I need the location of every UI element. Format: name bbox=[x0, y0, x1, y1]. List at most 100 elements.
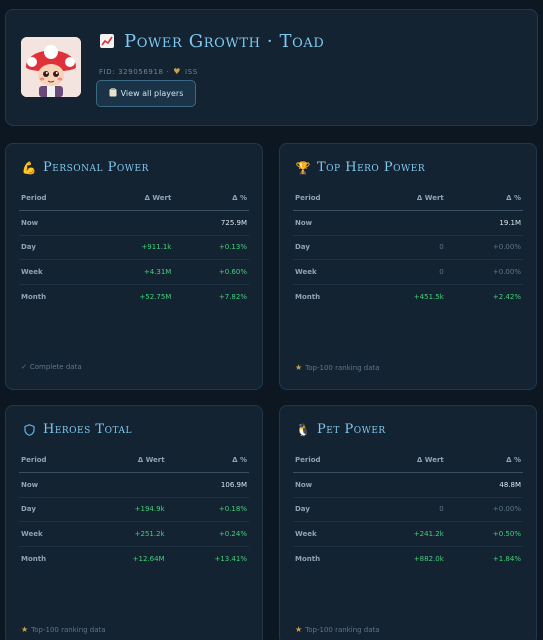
period-cell: Day bbox=[293, 235, 365, 260]
table-row: Week 0 +0.00% bbox=[293, 259, 523, 285]
wert-cell: +52.75M bbox=[139, 292, 172, 301]
pct-cell: +0.00% bbox=[445, 497, 523, 522]
pct-cell: +0.24% bbox=[166, 521, 249, 547]
wert-header: Δ Wert bbox=[364, 448, 446, 473]
period-cell: Month bbox=[21, 554, 47, 563]
pct-cell: +13.41% bbox=[214, 554, 247, 563]
wert-cell: 0 bbox=[364, 235, 446, 260]
checkmark-icon: ✓ bbox=[21, 363, 27, 371]
table-row: Day +911.1k +0.13% bbox=[19, 235, 249, 260]
table-row: Week +4.31M +0.60% bbox=[19, 259, 249, 285]
pct-cell: +2.42% bbox=[492, 292, 521, 301]
pct-cell: +0.50% bbox=[445, 521, 523, 547]
period-cell: Month bbox=[295, 554, 321, 563]
card-title-row: 🏆 Top Hero Power bbox=[295, 160, 425, 175]
penguin-icon: 🐧 bbox=[295, 422, 311, 437]
table-row: Now 48.8M bbox=[293, 472, 523, 498]
wert-header: Δ Wert bbox=[85, 448, 167, 473]
server-text: ISS bbox=[184, 67, 198, 76]
period-cell: Day bbox=[293, 497, 365, 522]
wert-cell: +12.64M bbox=[132, 554, 165, 563]
table-row: Now 106.9M bbox=[19, 472, 249, 498]
growth-table: Period Δ Wert Δ % Now 19.1M Day 0 +0.00%… bbox=[293, 186, 523, 309]
pct-cell: +0.18% bbox=[166, 497, 249, 522]
view-all-players-button[interactable]: View all players bbox=[96, 80, 196, 107]
card-title-row: Heroes Total bbox=[21, 422, 132, 437]
table-row: Now 19.1M bbox=[293, 210, 523, 236]
wert-cell: +4.31M bbox=[88, 259, 174, 285]
card-title-row: 💪 Personal Power bbox=[21, 160, 149, 175]
page-title: Power Growth · Toad bbox=[124, 30, 325, 52]
pct-cell: +0.60% bbox=[173, 259, 249, 285]
top-hero-power-card: 🏆 Top Hero Power Period Δ Wert Δ % Now 1… bbox=[279, 143, 537, 390]
period-cell: Now bbox=[293, 210, 365, 236]
wert-cell: +882.0k bbox=[413, 554, 444, 563]
pct-header: Δ % bbox=[173, 186, 249, 211]
pct-header: Δ % bbox=[445, 186, 523, 211]
wert-cell bbox=[364, 210, 446, 236]
period-cell: Week bbox=[19, 259, 89, 285]
table-row: Day +194.9k +0.18% bbox=[19, 497, 249, 522]
growth-table: Period Δ Wert Δ % Now 48.8M Day 0 +0.00%… bbox=[293, 448, 523, 571]
trophy-icon: 🏆 bbox=[295, 160, 311, 175]
wert-cell bbox=[364, 472, 446, 498]
table-row: Month +451.5k +2.42% bbox=[293, 284, 523, 309]
toad-avatar-image bbox=[21, 37, 81, 97]
wert-cell: 0 bbox=[364, 497, 446, 522]
footer-text: Complete data bbox=[29, 363, 82, 371]
star-icon: ★ bbox=[21, 625, 29, 634]
table-row: Month +52.75M +7.82% bbox=[19, 284, 249, 309]
star-icon: ★ bbox=[295, 363, 303, 372]
table-row: Week +251.2k +0.24% bbox=[19, 521, 249, 547]
growth-table: Period Δ Wert Δ % Now 106.9M Day +194.9k… bbox=[19, 448, 249, 571]
wert-cell: +241.2k bbox=[364, 521, 446, 547]
wert-cell bbox=[88, 210, 174, 236]
pct-cell: +0.00% bbox=[445, 235, 523, 260]
pct-cell: 725.9M bbox=[173, 210, 249, 236]
avatar bbox=[21, 37, 81, 97]
growth-table: Period Δ Wert Δ % Now 725.9M Day +911.1k… bbox=[19, 186, 249, 309]
table-row: Month +12.64M +13.41% bbox=[19, 546, 249, 571]
pct-header: Δ % bbox=[445, 448, 523, 473]
period-cell: Week bbox=[293, 521, 365, 547]
footer-text: Top-100 ranking data bbox=[305, 625, 380, 634]
table-header-row: Period Δ Wert Δ % bbox=[19, 186, 249, 211]
pct-cell: +1.84% bbox=[492, 554, 521, 563]
heart-icon: ♥ bbox=[173, 67, 181, 76]
card-title: Top Hero Power bbox=[317, 160, 426, 175]
table-header-row: Period Δ Wert Δ % bbox=[293, 448, 523, 473]
wert-header: Δ Wert bbox=[88, 186, 174, 211]
star-icon: ★ bbox=[295, 625, 303, 634]
card-title: Pet Power bbox=[317, 422, 386, 437]
wert-cell: +451.5k bbox=[413, 292, 444, 301]
pct-header: Δ % bbox=[166, 448, 249, 473]
period-cell: Now bbox=[293, 472, 365, 498]
card-title: Heroes Total bbox=[43, 422, 132, 437]
flexed-arm-icon: 💪 bbox=[21, 160, 37, 175]
table-header-row: Period Δ Wert Δ % bbox=[293, 186, 523, 211]
period-cell: Week bbox=[293, 259, 365, 285]
pct-cell: 106.9M bbox=[166, 472, 249, 498]
period-cell: Month bbox=[295, 292, 321, 301]
period-cell: Day bbox=[19, 235, 89, 260]
period-header: Period bbox=[19, 448, 86, 473]
title-row: Power Growth · Toad bbox=[98, 28, 324, 54]
footer-text: Top-100 ranking data bbox=[31, 625, 106, 634]
wert-cell: +194.9k bbox=[85, 497, 167, 522]
card-footer: ★ Top-100 ranking data bbox=[295, 625, 380, 634]
personal-power-card: 💪 Personal Power Period Δ Wert Δ % Now 7… bbox=[5, 143, 263, 390]
wert-cell: +251.2k bbox=[85, 521, 167, 547]
table-row: Day 0 +0.00% bbox=[293, 235, 523, 260]
period-cell: Now bbox=[19, 210, 89, 236]
card-footer: ✓ Complete data bbox=[21, 363, 82, 371]
period-cell: Week bbox=[19, 521, 86, 547]
table-row: Week +241.2k +0.50% bbox=[293, 521, 523, 547]
period-header: Period bbox=[19, 186, 89, 211]
player-header: Power Growth · Toad FID: 329056918 · ♥ I… bbox=[5, 9, 538, 126]
period-cell: Day bbox=[19, 497, 86, 522]
period-cell: Now bbox=[19, 472, 86, 498]
card-footer: ★ Top-100 ranking data bbox=[295, 363, 380, 372]
wert-cell: +911.1k bbox=[88, 235, 174, 260]
shield-icon bbox=[21, 423, 37, 437]
wert-cell bbox=[85, 472, 167, 498]
